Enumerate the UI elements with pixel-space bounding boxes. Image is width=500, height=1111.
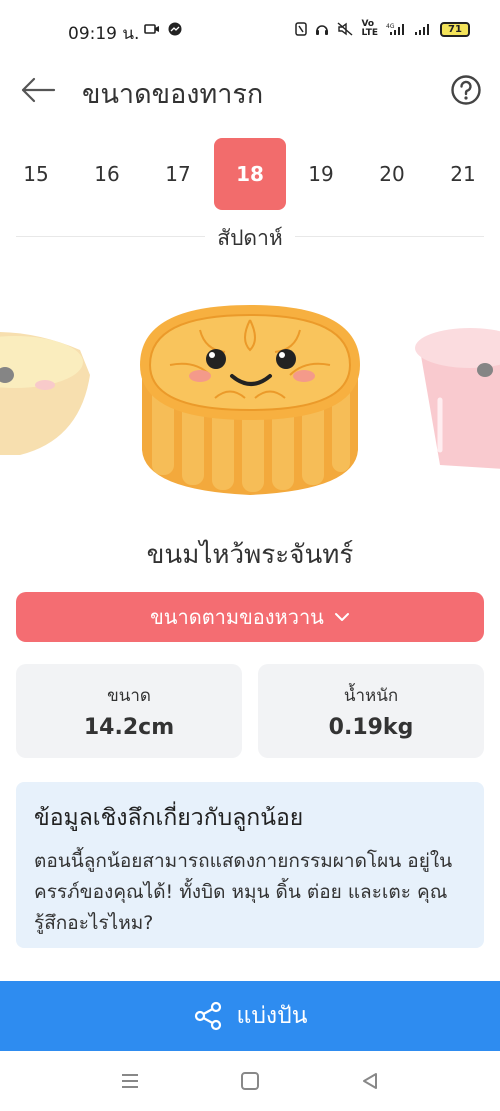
system-nav-bar — [0, 1051, 500, 1111]
week-selector: 15 16 17 18 19 20 21 — [0, 138, 500, 210]
share-icon — [194, 1001, 221, 1031]
week-item-18[interactable]: 18 — [214, 138, 286, 210]
home-button[interactable] — [238, 1069, 262, 1093]
messenger-icon — [168, 22, 182, 36]
jelly-cup-illustration — [415, 328, 500, 469]
nfc-icon — [295, 22, 308, 36]
size-comparison-dropdown[interactable]: ขนาดตามของหวาน — [16, 592, 484, 642]
size-label: ขนาด — [107, 686, 151, 706]
system-back-button[interactable] — [358, 1069, 382, 1093]
insight-title: ข้อมูลเชิงลึกเกี่ยวกับลูกน้อย — [34, 805, 304, 831]
size-value: 14.2cm — [83, 715, 175, 740]
video-call-icon — [144, 24, 159, 34]
headset-icon — [316, 25, 329, 35]
baby-insight-card: ข้อมูลเชิงลึกเกี่ยวกับลูกน้อย ตอนนี้ลูกน… — [16, 782, 484, 948]
fruit-illustration-carousel[interactable] — [0, 280, 500, 520]
status-notification-icons — [144, 22, 182, 36]
status-system-icons: Vo LTE 4G 71 — [295, 20, 470, 38]
chevron-down-icon — [334, 613, 349, 621]
share-button[interactable]: แบ่งปัน — [0, 981, 500, 1051]
volte-icon: Vo LTE — [361, 19, 378, 38]
menu-icon — [122, 1074, 138, 1088]
insight-body: ตอนนี้ลูกน้อยสามารถแสดงกายกรรมผาดโผน อยู… — [34, 850, 453, 934]
egg-tart-illustration — [0, 332, 90, 455]
week-item-15[interactable]: 15 — [0, 138, 72, 210]
week-item-21[interactable]: 21 — [427, 138, 499, 210]
week-item-19[interactable]: 19 — [285, 138, 357, 210]
status-time: 09:19 น. — [68, 24, 140, 44]
status-bar: 09:19 น. Vo LTE 4G 71 — [0, 0, 500, 60]
week-item-17[interactable]: 17 — [142, 138, 214, 210]
size-stat-card: ขนาด 14.2cm — [16, 664, 242, 758]
size-dropdown-label: ขนาดตามของหวาน — [150, 605, 324, 629]
signal-icon — [415, 24, 429, 35]
back-triangle-icon — [363, 1073, 377, 1089]
weight-label: น้ำหนัก — [343, 686, 399, 706]
signal-4g-icon: 4G — [386, 23, 404, 35]
home-square-icon — [241, 1072, 259, 1090]
help-icon[interactable] — [450, 74, 482, 106]
back-arrow-icon — [21, 77, 56, 103]
app-header: ขนาดของทารก — [0, 60, 500, 120]
mooncake-illustration — [140, 305, 360, 495]
week-label: สัปดาห์ — [205, 226, 295, 250]
recent-apps-button[interactable] — [118, 1069, 142, 1093]
week-item-16[interactable]: 16 — [71, 138, 143, 210]
fruit-name: ขนมไหว้พระจันทร์ — [146, 540, 354, 570]
battery-indicator: 71 — [440, 21, 470, 37]
week-label-wrap: สัปดาห์ — [0, 222, 500, 255]
svg-text:4G: 4G — [386, 23, 395, 30]
mute-icon — [337, 22, 353, 36]
weight-stat-card: น้ำหนัก 0.19kg — [258, 664, 484, 758]
week-item-20[interactable]: 20 — [356, 138, 428, 210]
weight-value: 0.19kg — [328, 715, 414, 740]
page-title: ขนาดของทารก — [82, 79, 264, 110]
back-button[interactable] — [18, 72, 58, 108]
share-label: แบ่งปัน — [236, 1003, 308, 1029]
